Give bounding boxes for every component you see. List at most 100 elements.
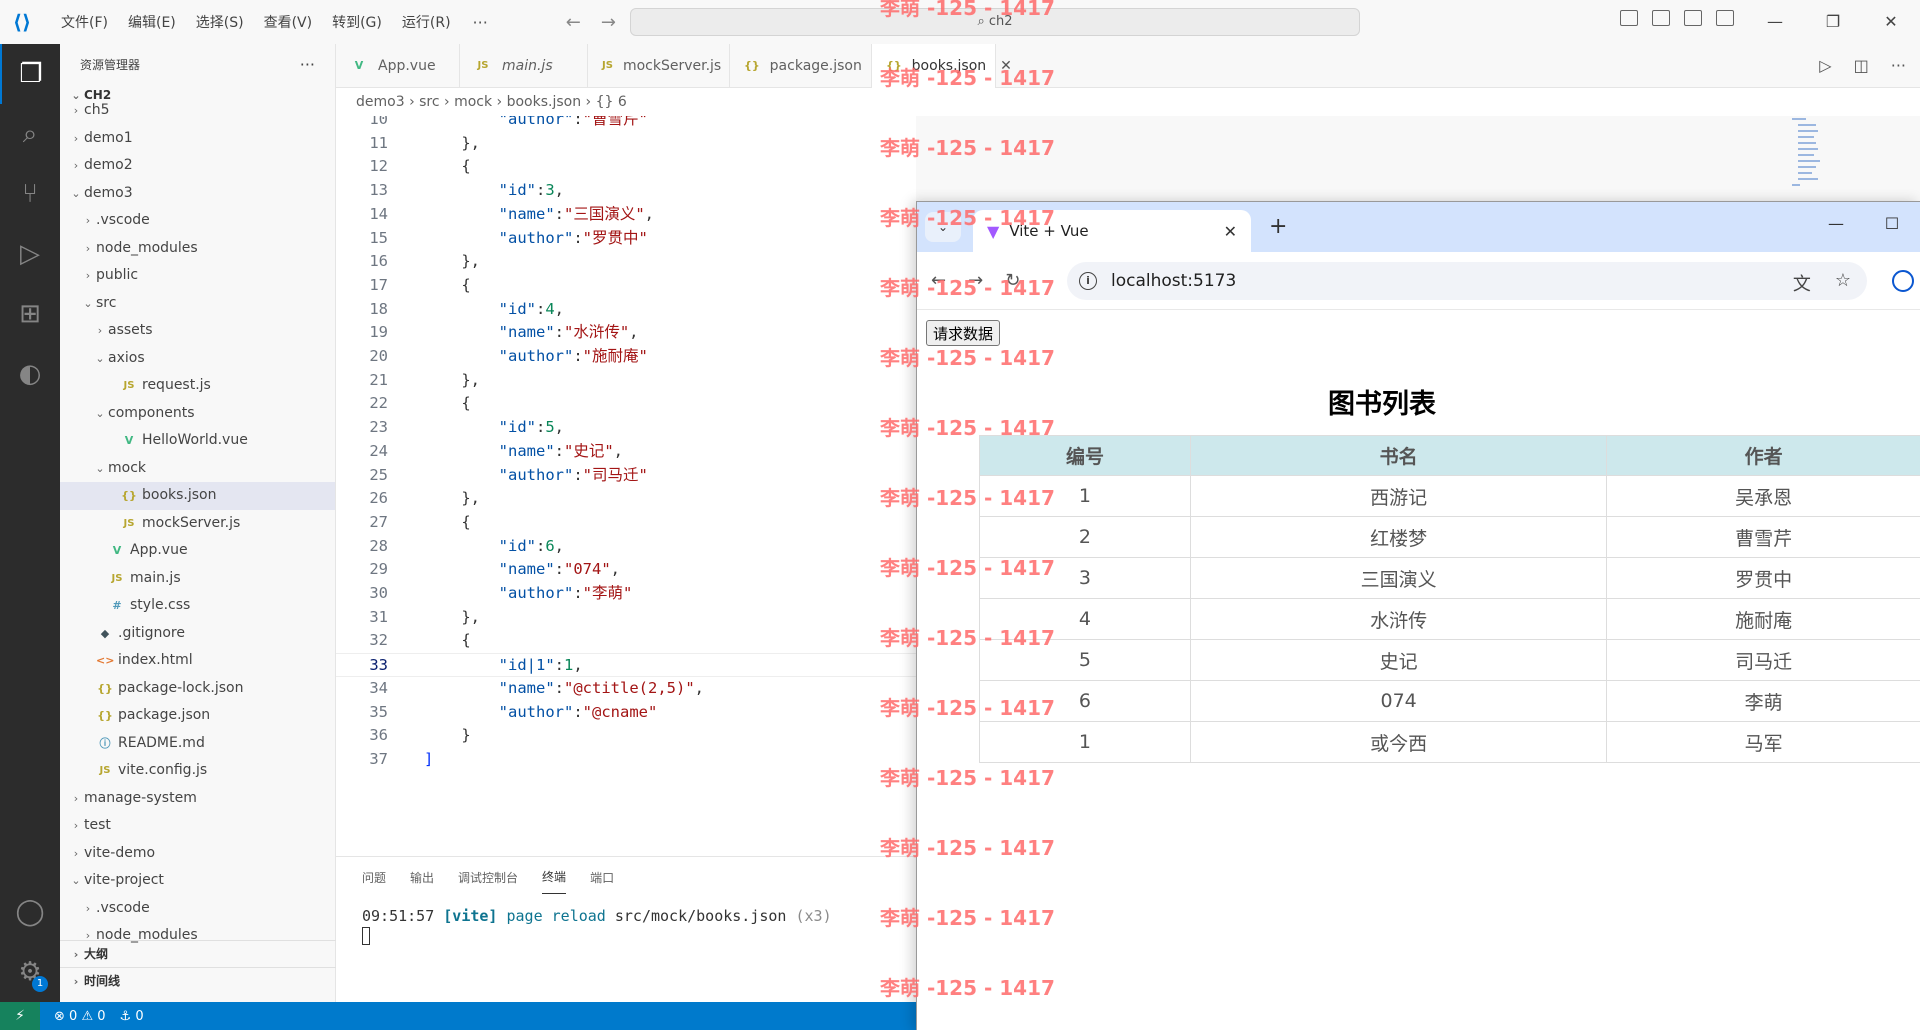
tree-folder[interactable]: › demo2 (60, 152, 335, 180)
problems-status[interactable]: ⊗ 0 ⚠ 0 (54, 1009, 106, 1024)
address-bar[interactable]: i localhost:5173 文 ☆ (1067, 262, 1867, 300)
tree-folder[interactable]: › .vscode (60, 895, 335, 923)
breadcrumb-item[interactable]: demo3 (356, 94, 405, 110)
tree-folder[interactable]: › vite-demo (60, 840, 335, 868)
forward-arrow-icon[interactable]: → (601, 12, 616, 33)
breadcrumb-item[interactable]: mock (454, 94, 492, 110)
tree-folder[interactable]: › assets (60, 317, 335, 345)
customize-layout-icon[interactable] (1716, 10, 1734, 26)
panel-tab[interactable]: 问题 (362, 861, 386, 894)
profile-icon[interactable] (1892, 270, 1914, 292)
tree-file[interactable]: {} books.json (60, 482, 335, 510)
menu-item[interactable]: 运行(R) (392, 12, 461, 32)
extensions-icon[interactable]: ⊞ (0, 284, 60, 344)
breadcrumb-item[interactable]: books.json (507, 94, 582, 110)
browser-back-icon[interactable]: ← (931, 270, 946, 291)
restore-button[interactable]: ❐ (1804, 0, 1862, 44)
explorer-icon[interactable]: ❐ (0, 44, 60, 104)
edge-devtools-icon[interactable]: ◐ (0, 344, 60, 404)
menu-item[interactable]: 文件(F) (51, 12, 118, 32)
tree-folder[interactable]: ⌄ src (60, 290, 335, 318)
tree-folder[interactable]: › manage-system (60, 785, 335, 813)
command-center-search[interactable]: ⌕ ch2 (630, 8, 1360, 36)
tree-folder[interactable]: ⌄ axios (60, 345, 335, 373)
minimize-button[interactable]: — (1746, 0, 1804, 44)
tree-file[interactable]: JS request.js (60, 372, 335, 400)
tree-file[interactable]: ◆ .gitignore (60, 620, 335, 648)
reload-icon[interactable]: ↻ (1005, 270, 1020, 291)
browser-maximize-button[interactable]: ☐ (1864, 202, 1920, 246)
menu-item[interactable]: 编辑(E) (118, 12, 186, 32)
tree-file[interactable]: ⓘ README.md (60, 730, 335, 758)
panel-tab[interactable]: 输出 (410, 861, 434, 894)
tree-folder[interactable]: ⌄ demo3 (60, 180, 335, 208)
tree-file[interactable]: JS vite.config.js (60, 757, 335, 785)
tab-close-icon[interactable]: ✕ (1224, 222, 1237, 241)
menu-item[interactable]: 选择(S) (186, 12, 254, 32)
panel-tab[interactable]: 终端 (542, 860, 567, 894)
timeline-section[interactable]: › 时间线 (60, 967, 336, 994)
search-icon[interactable]: ⌕ (0, 104, 60, 164)
code-editor[interactable]: 10 "author":"曹雪芹" 11 }, 12 {13 "id":3, 14 "… (336, 116, 916, 856)
minimap[interactable] (1790, 116, 1850, 196)
source-control-icon[interactable]: ⑂ (0, 164, 60, 224)
editor-tab[interactable]: JS mockServer.js (588, 44, 730, 88)
tree-file[interactable]: JS main.js (60, 565, 335, 593)
browser-forward-icon[interactable]: → (968, 270, 983, 291)
tree-folder[interactable]: ⌄ mock (60, 455, 335, 483)
new-tab-button[interactable]: + (1269, 214, 1287, 239)
tree-folder[interactable]: › node_modules (60, 235, 335, 263)
tree-folder[interactable]: ⌄ vite-project (60, 867, 335, 895)
outline-section[interactable]: › 大纲 (60, 940, 336, 967)
tree-file[interactable]: {} package-lock.json (60, 675, 335, 703)
run-icon[interactable]: ▷ (1819, 56, 1831, 75)
tree-folder[interactable]: › demo1 (60, 125, 335, 153)
menu-item[interactable]: 查看(V) (254, 12, 323, 32)
settings-gear-icon[interactable]: ⚙ 1 (0, 942, 60, 1002)
editor-tab[interactable]: JS main.js (460, 44, 588, 88)
close-button[interactable]: ✕ (1862, 0, 1920, 44)
menu-item[interactable]: 转到(G) (322, 12, 392, 32)
browser-tab[interactable]: ▼ Vite + Vue ✕ (973, 210, 1251, 252)
toggle-panel-icon[interactable] (1652, 10, 1670, 26)
file-tree: › ch5 › demo1 › demo2 ⌄ demo3 › .vscode › node_modu… (60, 97, 335, 957)
back-arrow-icon[interactable]: ← (566, 12, 581, 33)
tree-file[interactable]: JS mockServer.js (60, 510, 335, 538)
translate-icon[interactable]: 文 (1793, 270, 1811, 296)
panel-tab[interactable]: 端口 (590, 861, 614, 894)
terminal[interactable]: 09:51:57 [vite] page reload src/mock/boo… (336, 897, 916, 949)
tree-file[interactable]: V HelloWorld.vue (60, 427, 335, 455)
editor-tab[interactable]: {} books.json ✕ (872, 44, 1012, 88)
account-icon[interactable]: ◯ (0, 882, 60, 942)
ports-status[interactable]: ⚓ 0 (120, 1009, 144, 1024)
remote-indicator[interactable]: ⚡ (0, 1002, 40, 1030)
tree-file[interactable]: {} package.json (60, 702, 335, 730)
editor-tab[interactable]: V App.vue (336, 44, 460, 88)
toggle-sidebar-icon[interactable] (1620, 10, 1638, 26)
more-actions-icon[interactable]: ··· (1891, 56, 1906, 75)
panel-tab[interactable]: 调试控制台 (458, 861, 518, 894)
tree-folder[interactable]: › test (60, 812, 335, 840)
tree-file[interactable]: # style.css (60, 592, 335, 620)
tab-close-icon[interactable]: ✕ (1000, 44, 1012, 88)
explorer-more-button[interactable]: ··· (300, 55, 315, 74)
tree-folder[interactable]: › public (60, 262, 335, 290)
browser-minimize-button[interactable]: — (1808, 202, 1864, 246)
toggle-secondary-sidebar-icon[interactable] (1684, 10, 1702, 26)
menu-more-button[interactable]: ··· (461, 13, 500, 32)
tree-folder[interactable]: › ch5 (60, 97, 335, 125)
run-debug-icon[interactable]: ▷ (0, 224, 60, 284)
tree-folder[interactable]: ⌄ components (60, 400, 335, 428)
tree-file[interactable]: <> index.html (60, 647, 335, 675)
tree-folder[interactable]: › .vscode (60, 207, 335, 235)
tab-search-button[interactable]: ⌄ (925, 212, 961, 242)
split-editor-icon[interactable]: ◫ (1854, 56, 1869, 75)
bookmark-star-icon[interactable]: ☆ (1835, 270, 1851, 296)
tree-file[interactable]: V App.vue (60, 537, 335, 565)
request-data-button[interactable]: 请求数据 (926, 320, 1001, 346)
site-info-icon[interactable]: i (1079, 272, 1097, 290)
editor-tab[interactable]: {} package.json (730, 44, 872, 88)
breadcrumb-item[interactable]: src (419, 94, 439, 110)
breadcrumb-item[interactable]: {} 6 (596, 94, 627, 110)
table-cell: 074 (1189, 680, 1608, 722)
